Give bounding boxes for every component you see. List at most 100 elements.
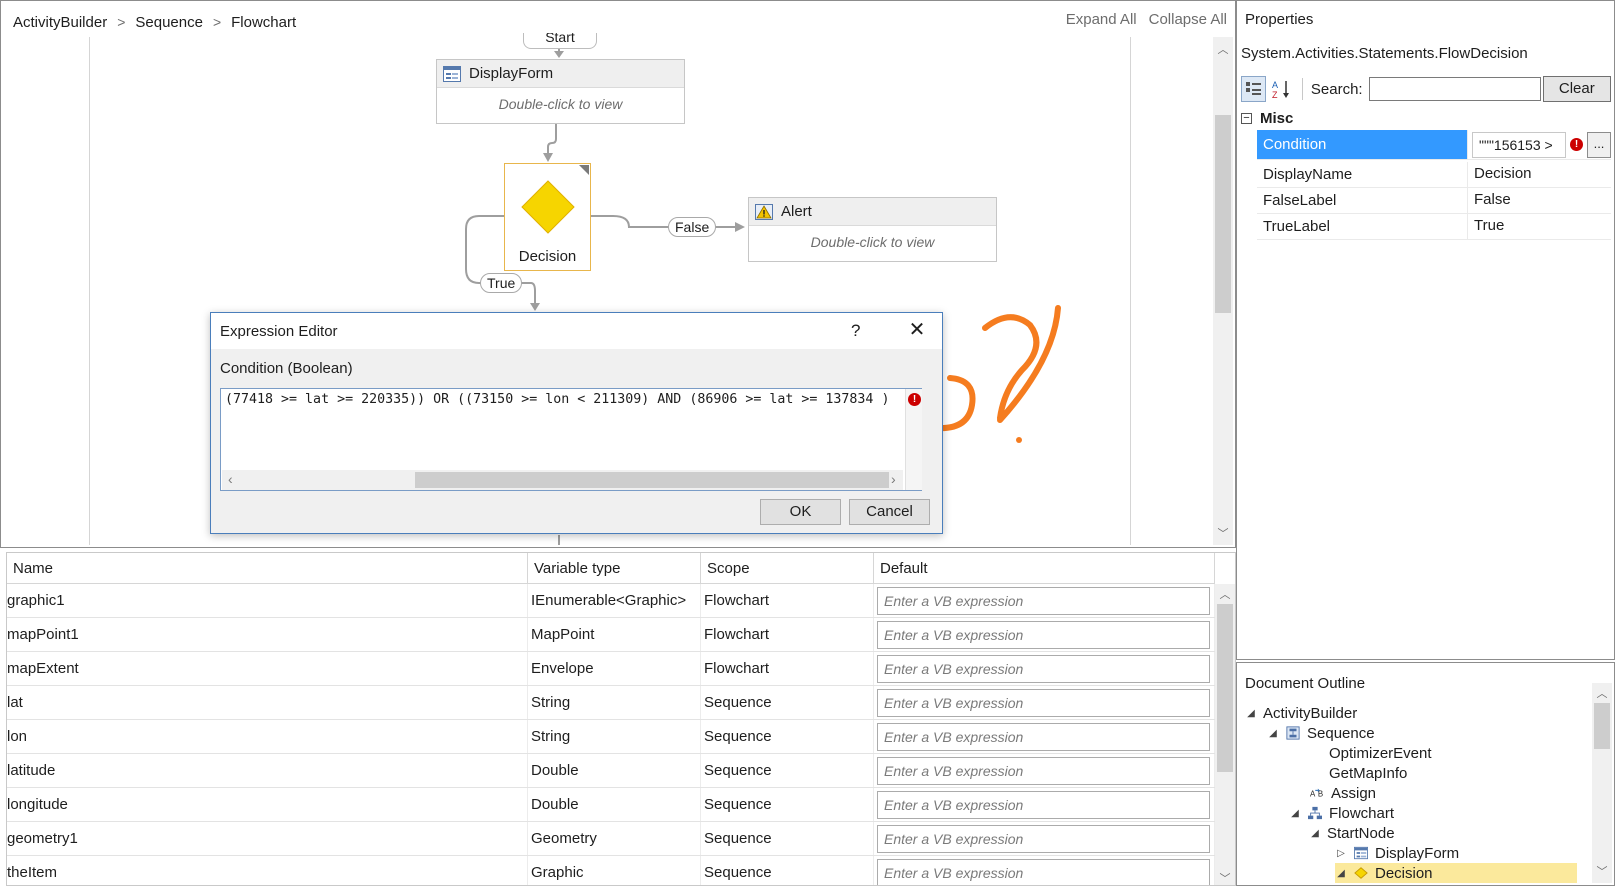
table-row[interactable]: mapExtent Envelope Flowchart Enter a VB exp… [7,652,1215,686]
variable-type-cell[interactable]: Double [528,788,701,821]
cancel-button[interactable]: Cancel [849,499,930,525]
outline-item-displayform[interactable]: ▷ DisplayForm [1335,843,1459,863]
property-row-falselabel[interactable]: FalseLabel False [1257,188,1611,214]
clear-button[interactable]: Clear [1542,76,1612,102]
variable-name-cell[interactable]: lat [7,686,528,719]
variable-scope-cell[interactable]: Sequence [701,754,874,787]
default-value-input[interactable]: Enter a VB expression [877,655,1210,683]
table-row[interactable]: graphic1 IEnumerable<Graphic> Flowchart Ent… [7,584,1215,618]
expression-textbox[interactable]: (77418 >= lat >= 220335)) OR ((73150 >= … [220,388,922,491]
outline-vertical-scrollbar[interactable]: ︿ ﹀ [1592,683,1612,883]
ellipsis-button[interactable]: ... [1587,131,1611,158]
scroll-up-icon[interactable]: ︿ [1213,43,1233,57]
condition-value-field[interactable]: """156153 > [1472,131,1566,158]
table-row[interactable]: mapPoint1 MapPoint Flowchart Enter a VB exp… [7,618,1215,652]
default-value-input[interactable]: Enter a VB expression [877,859,1210,885]
scroll-down-icon[interactable]: ﹀ [1213,527,1233,541]
collapse-icon[interactable]: − [1241,112,1252,124]
designer-scroll-thumb[interactable] [1215,115,1231,313]
expression-horizontal-scrollbar[interactable]: ‹ › [222,470,903,490]
table-row[interactable]: longitude Double Sequence Enter a VB expres… [7,788,1215,822]
property-row-displayname[interactable]: DisplayName Decision [1257,162,1611,188]
outline-scroll-thumb[interactable] [1594,703,1610,749]
variable-name-cell[interactable]: theItem [7,856,528,885]
default-value-input[interactable]: Enter a VB expression [877,757,1210,785]
horizontal-scroll-thumb[interactable] [415,472,889,488]
scroll-right-icon[interactable]: › [891,471,896,487]
column-header-type[interactable]: Variable type [528,553,701,583]
expression-editor-dialog[interactable]: Expression Editor ? ✕ Condition (Boolean… [210,312,943,534]
default-value-input[interactable]: Enter a VB expression [877,689,1210,717]
misc-category[interactable]: − Misc [1241,107,1611,129]
search-input[interactable] [1368,77,1541,101]
outline-item-startnode[interactable]: ◢ StartNode [1309,823,1394,843]
property-value[interactable]: False [1468,188,1611,213]
default-value-input[interactable]: Enter a VB expression [877,587,1210,615]
property-value[interactable]: Decision [1468,162,1611,187]
scroll-down-icon[interactable]: ﹀ [1215,872,1235,885]
variable-type-cell[interactable]: String [528,686,701,719]
close-button[interactable]: ✕ [903,317,931,343]
outline-item-flowchart[interactable]: ◢ Flowchart [1289,803,1394,823]
variable-scope-cell[interactable]: Sequence [701,822,874,855]
variable-scope-cell[interactable]: Flowchart [701,584,874,617]
outline-item-assign[interactable]: AB Assign [1309,783,1376,803]
variable-scope-cell[interactable]: Flowchart [701,652,874,685]
expanded-arrow-icon[interactable]: ◢ [1245,708,1257,719]
variable-scope-cell[interactable]: Sequence [701,856,874,885]
variable-type-cell[interactable]: Graphic [528,856,701,885]
help-button[interactable]: ? [851,321,860,341]
variables-vertical-scrollbar[interactable]: ︿ ﹀ [1215,584,1235,885]
collapsed-arrow-icon[interactable]: ▷ [1335,848,1347,859]
table-row[interactable]: lat String Sequence Enter a VB expression [7,686,1215,720]
designer-vertical-scrollbar[interactable]: ︿ ﹀ [1213,37,1233,545]
false-connector-label[interactable]: False [668,217,717,237]
scroll-down-icon[interactable]: ﹀ [1592,865,1612,879]
column-header-default[interactable]: Default [874,553,1215,583]
alphabetical-view-button[interactable]: AZ [1268,76,1293,102]
variable-type-cell[interactable]: MapPoint [528,618,701,651]
variable-name-cell[interactable]: mapPoint1 [7,618,528,651]
table-row[interactable]: lon String Sequence Enter a VB expression [7,720,1215,754]
variable-type-cell[interactable]: Geometry [528,822,701,855]
column-header-scope[interactable]: Scope [701,553,874,583]
table-row[interactable]: geometry1 Geometry Sequence Enter a VB expr… [7,822,1215,856]
scroll-left-icon[interactable]: ‹ [228,471,233,487]
variable-name-cell[interactable]: graphic1 [7,584,528,617]
variable-scope-cell[interactable]: Flowchart [701,618,874,651]
outline-item-activitybuilder[interactable]: ◢ ActivityBuilder [1245,703,1357,723]
expanded-arrow-icon[interactable]: ◢ [1267,728,1279,739]
variable-name-cell[interactable]: longitude [7,788,528,821]
variable-type-cell[interactable]: Envelope [528,652,701,685]
variable-scope-cell[interactable]: Sequence [701,720,874,753]
outline-item-decision[interactable]: ◢ Decision [1335,863,1577,883]
default-value-input[interactable]: Enter a VB expression [877,621,1210,649]
expanded-arrow-icon[interactable]: ◢ [1335,868,1347,879]
variable-name-cell[interactable]: latitude [7,754,528,787]
variable-name-cell[interactable]: geometry1 [7,822,528,855]
expanded-arrow-icon[interactable]: ◢ [1289,808,1301,819]
variables-scroll-thumb[interactable] [1217,604,1233,772]
alert-activity[interactable]: Alert Double-click to view [748,197,997,262]
property-row-condition[interactable]: Condition """156153 > ! ... [1257,130,1611,160]
property-value[interactable]: True [1468,214,1611,239]
variable-type-cell[interactable]: IEnumerable<Graphic> [528,584,701,617]
outline-item-optimizerevent[interactable]: OptimizerEvent [1329,743,1432,763]
variable-scope-cell[interactable]: Sequence [701,686,874,719]
table-row[interactable]: theItem Graphic Sequence Enter a VB express… [7,856,1215,885]
variable-name-cell[interactable]: lon [7,720,528,753]
default-value-input[interactable]: Enter a VB expression [877,825,1210,853]
property-row-truelabel[interactable]: TrueLabel True [1257,214,1611,240]
variable-name-cell[interactable]: mapExtent [7,652,528,685]
column-header-name[interactable]: Name [7,553,528,583]
ok-button[interactable]: OK [760,499,841,525]
table-row[interactable]: latitude Double Sequence Enter a VB express… [7,754,1215,788]
displayform-activity[interactable]: DisplayForm Double-click to view [436,59,685,124]
outline-item-sequence[interactable]: ◢ Sequence [1267,723,1374,743]
scroll-up-icon[interactable]: ︿ [1215,588,1235,602]
default-value-input[interactable]: Enter a VB expression [877,723,1210,751]
decision-node[interactable]: Decision [504,163,591,271]
categorized-view-button[interactable] [1241,76,1267,102]
true-connector-label[interactable]: True [480,273,523,293]
scroll-up-icon[interactable]: ︿ [1592,687,1612,701]
